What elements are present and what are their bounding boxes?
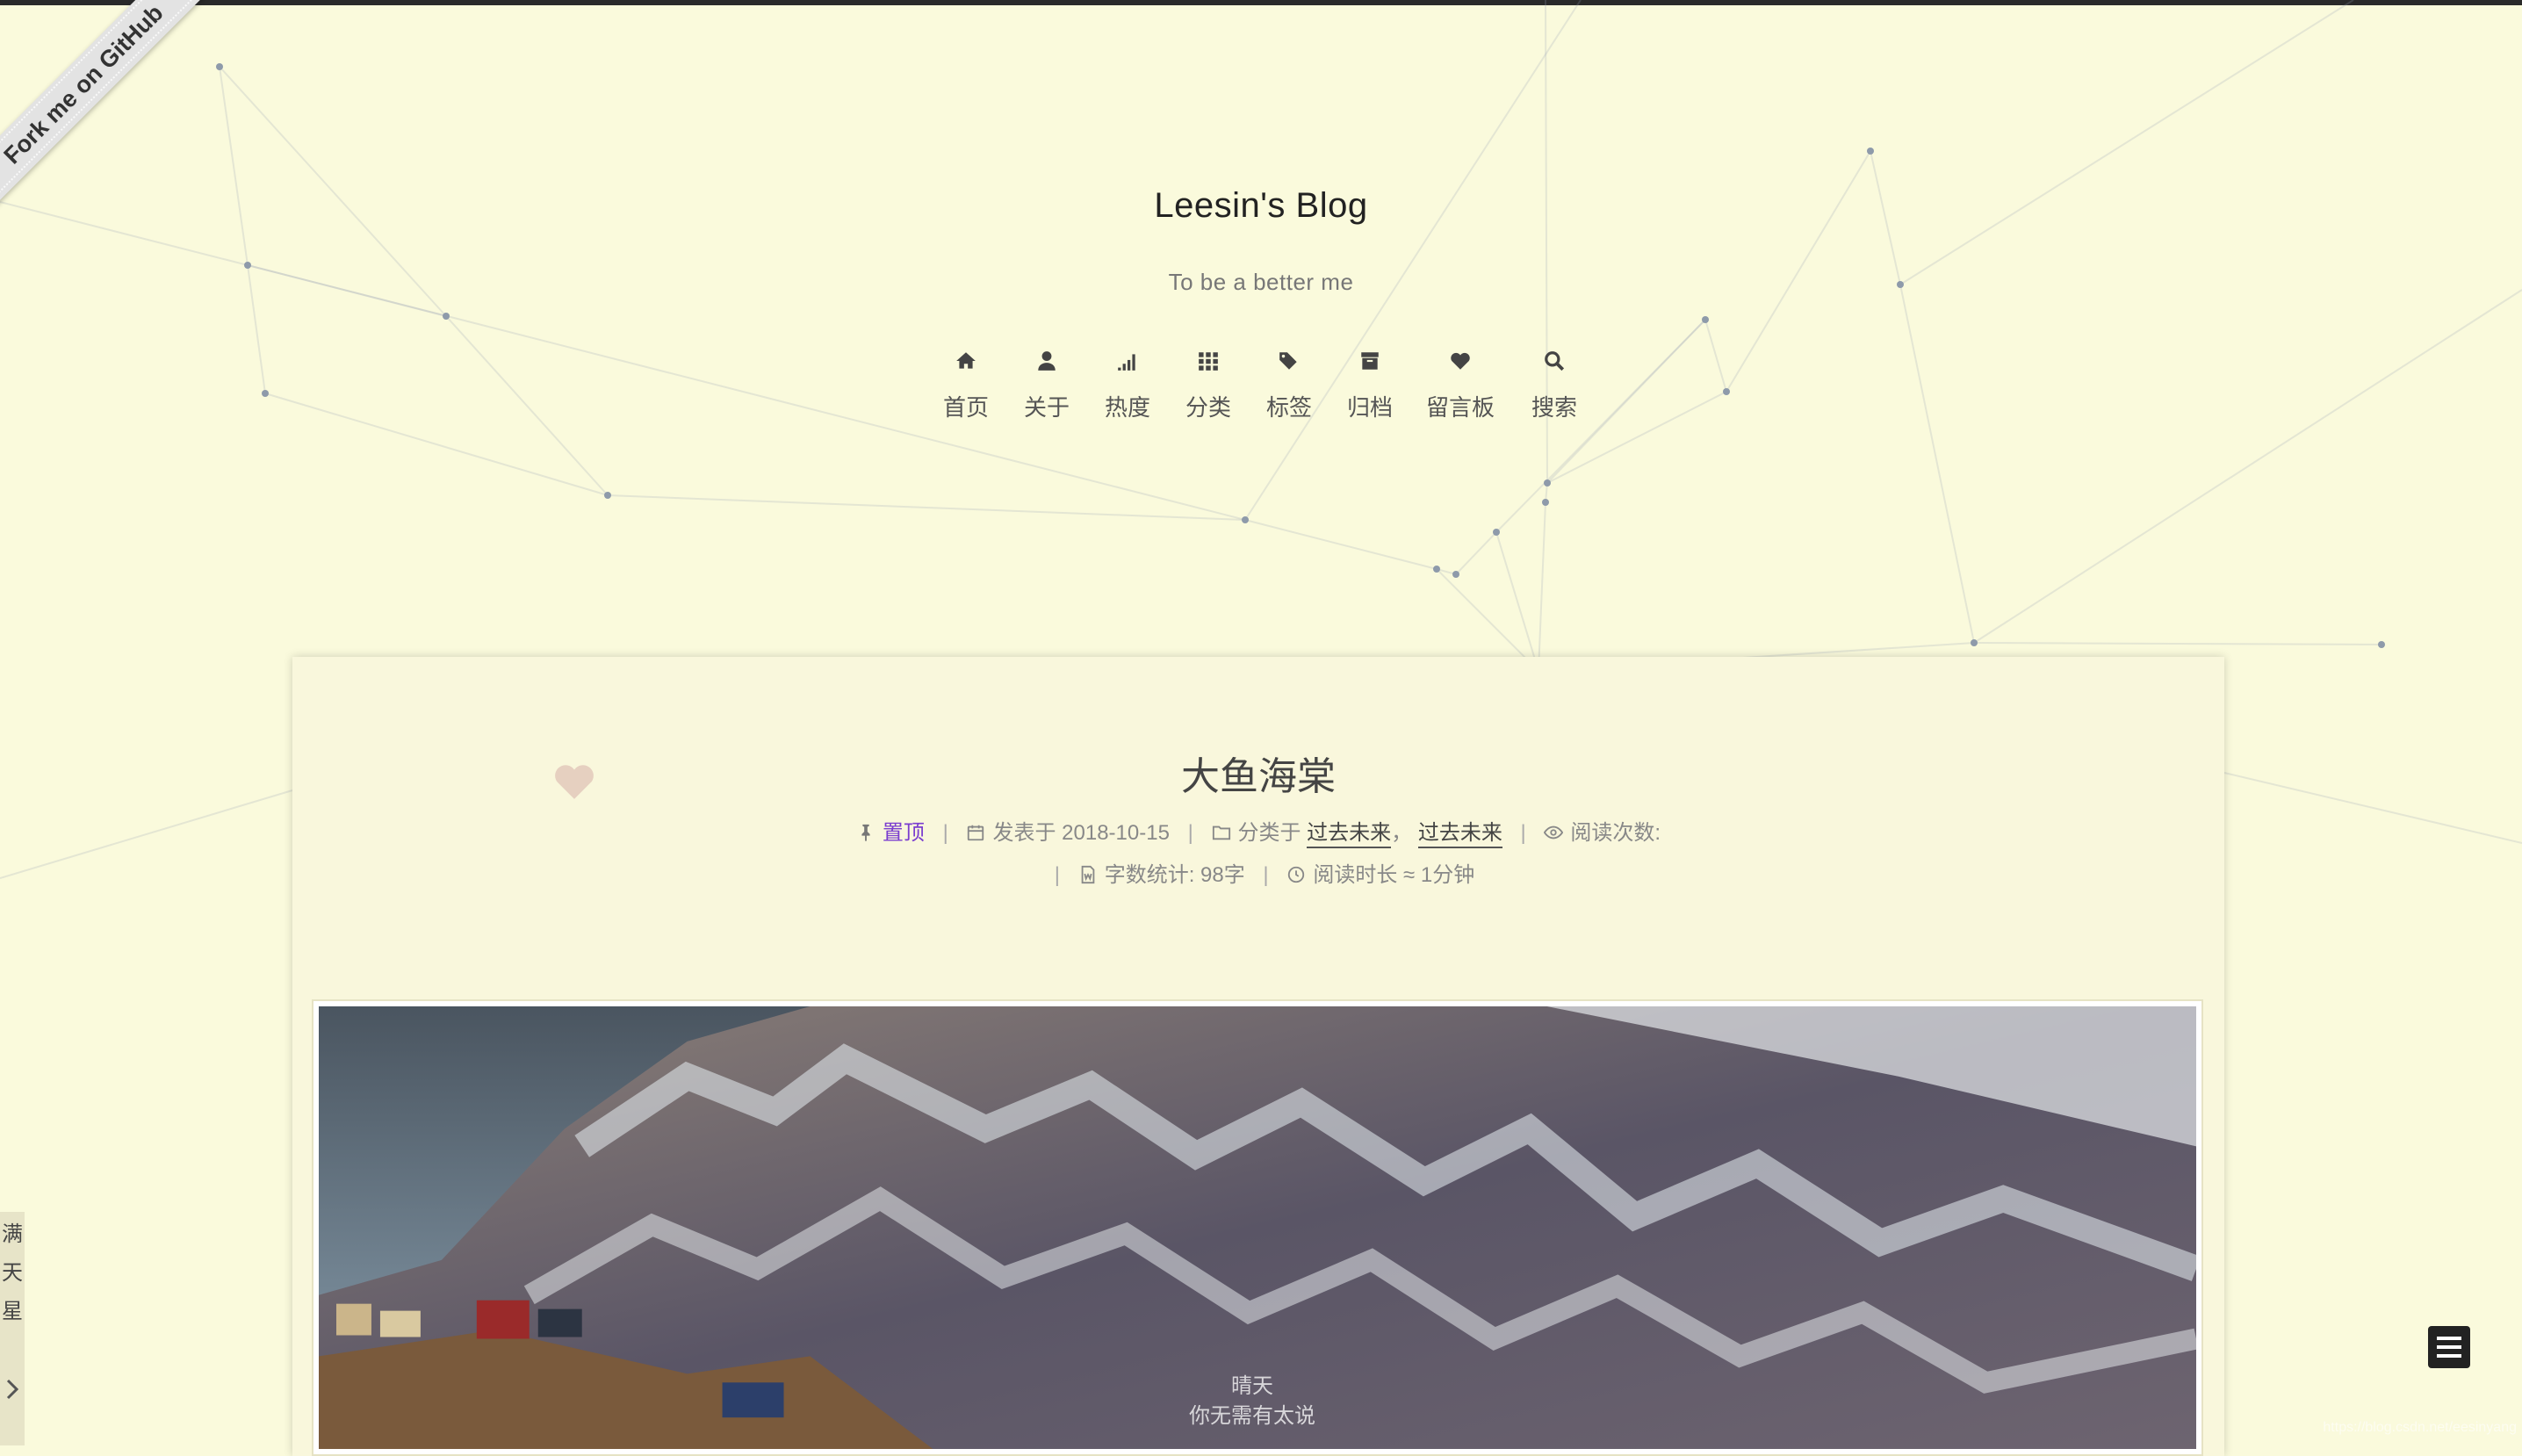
particle-dot	[2378, 641, 2385, 648]
calendar-icon	[966, 821, 992, 845]
signal-icon	[1101, 350, 1154, 385]
nav-item-label: 搜索	[1531, 394, 1577, 421]
user-icon	[1020, 350, 1073, 385]
nav-item-label: 关于	[1023, 394, 1070, 421]
nav-item-archives[interactable]: 归档	[1344, 350, 1396, 422]
side-widget-char: 天	[2, 1261, 23, 1285]
folder-icon	[1212, 821, 1238, 845]
eye-icon	[1544, 821, 1570, 845]
nav-item-categories[interactable]: 分类	[1182, 350, 1235, 422]
nav-item-label: 分类	[1185, 394, 1231, 421]
nav-item-guestbook[interactable]: 留言板	[1421, 350, 1500, 422]
pinned-label: 置顶	[882, 821, 925, 845]
site-title[interactable]: Leesin's Blog	[0, 186, 2522, 226]
particle-dot	[1723, 388, 1730, 395]
particle-dot	[1971, 639, 1978, 646]
image-caption-secondary: 你无需有太说	[1189, 1404, 1315, 1428]
nav-item-home[interactable]: 首页	[940, 350, 992, 422]
home-icon	[940, 350, 992, 385]
category-label: 分类于	[1237, 821, 1301, 845]
pin-icon	[856, 821, 883, 845]
chevron-right-icon[interactable]	[4, 1375, 21, 1403]
particle-dot	[1542, 499, 1549, 506]
nav-item-label: 标签	[1265, 394, 1312, 421]
post-cover-image: 晴天 你无需有太说	[312, 999, 2203, 1456]
category-link[interactable]: 过去未来	[1307, 821, 1392, 848]
nav-item-label: 归档	[1346, 394, 1393, 421]
watermark-text: https://blog.csdn.net/eesinyang	[2323, 1420, 2517, 1435]
side-widget-char: 星	[2, 1300, 23, 1323]
particle-dot	[1493, 529, 1500, 536]
nav-item-hot[interactable]: 热度	[1101, 350, 1154, 422]
particle-dot	[244, 262, 251, 269]
particle-dot	[1433, 566, 1440, 573]
post-title[interactable]: 大鱼海棠	[292, 745, 2224, 801]
nav-item-label: 热度	[1104, 394, 1150, 421]
post-meta: 置顶 | 发表于 2018-10-15 | 分类于 过去未来， 过去未来 | 阅…	[292, 815, 2224, 848]
particle-dot	[262, 390, 269, 397]
archive-icon	[1344, 350, 1396, 385]
published-date: 2018-10-15	[1062, 821, 1170, 845]
particle-dot	[1867, 148, 1874, 155]
readtime-value: 1分钟	[1420, 863, 1475, 887]
nav-item-about[interactable]: 关于	[1020, 350, 1073, 422]
particle-dot	[443, 313, 450, 320]
particle-dot	[604, 492, 611, 499]
published-label: 发表于	[992, 821, 1056, 845]
clock-icon	[1286, 863, 1313, 887]
nav-item-label: 留言板	[1425, 394, 1495, 421]
image-caption: 晴天	[1231, 1374, 1273, 1398]
search-icon	[1528, 350, 1581, 385]
particle-dot	[1702, 316, 1709, 323]
file-word-icon	[1078, 863, 1105, 887]
nav-item-tags[interactable]: 标签	[1263, 350, 1315, 422]
sidebar-toggle-button[interactable]	[2428, 1326, 2470, 1368]
nav-item-label: 首页	[942, 394, 989, 421]
readtime-label: 阅读时长 ≈	[1313, 863, 1416, 887]
category-link[interactable]: 过去未来	[1417, 821, 1502, 848]
nav-item-search[interactable]: 搜索	[1528, 350, 1581, 422]
side-widget-char: 满	[2, 1222, 23, 1246]
category-comma: ，	[1391, 821, 1413, 845]
tags-icon	[1263, 350, 1315, 385]
post-meta-secondary: | 字数统计: 98字 | 阅读时长 ≈ 1分钟	[1054, 863, 1475, 887]
grid-icon	[1182, 350, 1235, 385]
main-nav: 首页 关于 热度 分类 标签 归档 留言板 搜索	[940, 350, 1589, 437]
particle-dot	[1544, 479, 1551, 487]
particle-dot	[1242, 516, 1249, 523]
site-subtitle: To be a better me	[1168, 269, 1354, 295]
views-label: 阅读次数:	[1570, 821, 1661, 845]
side-widget-label[interactable]: 满 天 星	[2, 1215, 23, 1331]
particle-dot	[1452, 571, 1459, 578]
wordcount-label: 字数统计:	[1104, 863, 1195, 887]
heart-icon	[1421, 350, 1500, 385]
wordcount-value: 98字	[1200, 863, 1245, 887]
post-card: 大鱼海棠 置顶 | 发表于 2018-10-15 | 分类于 过去未来， 过去未…	[292, 657, 2224, 1456]
